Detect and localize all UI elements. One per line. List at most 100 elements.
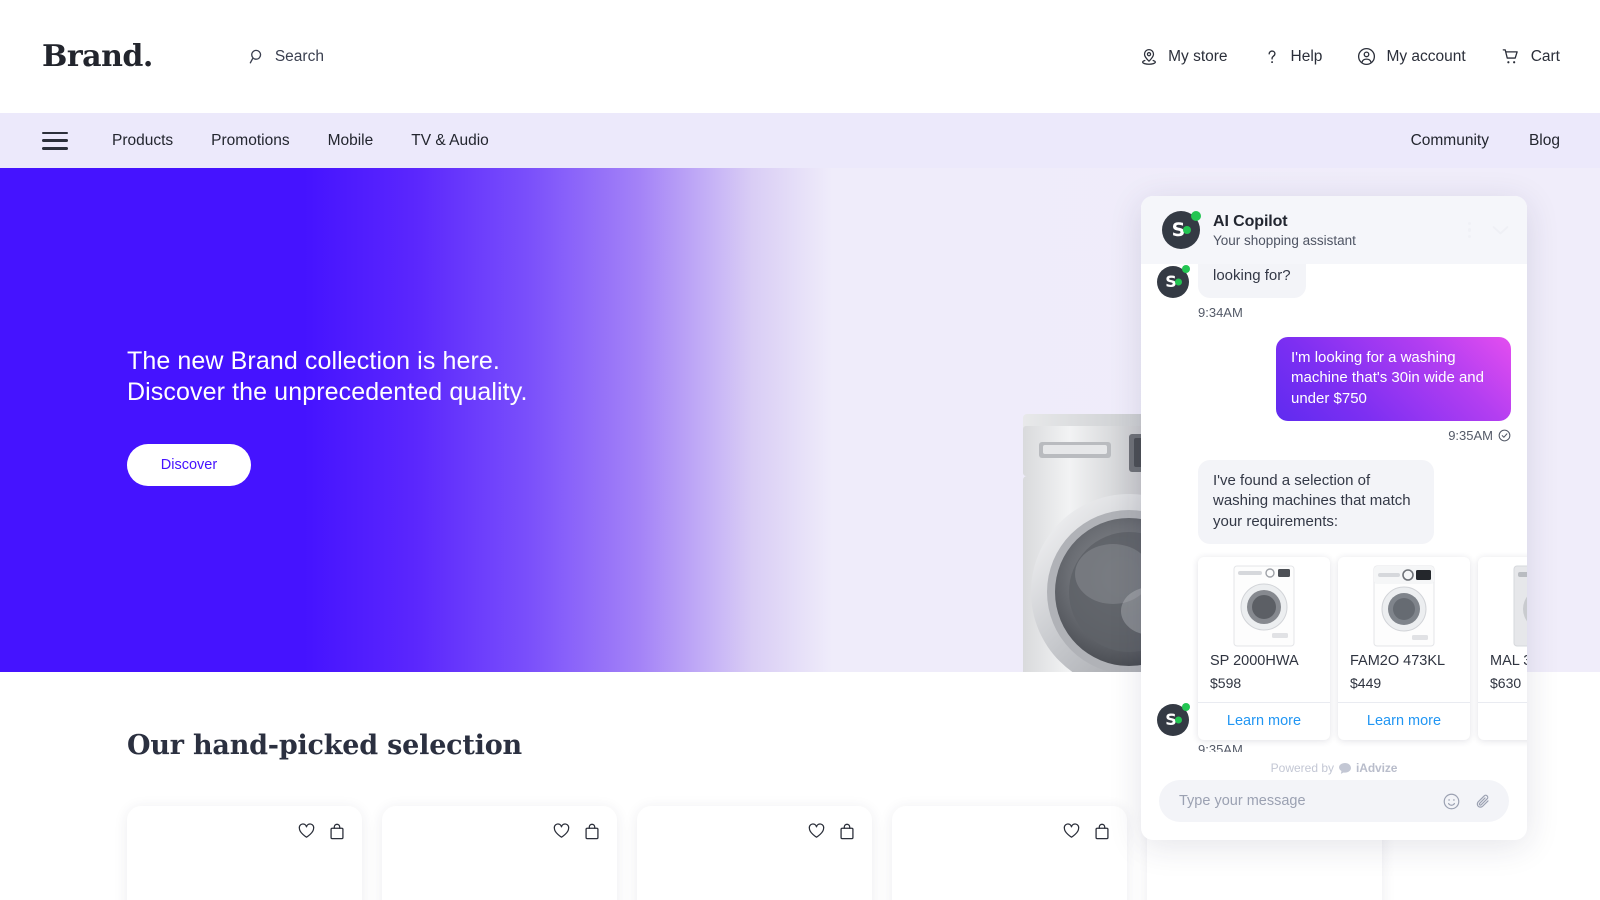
chat-title: AI Copilot	[1213, 212, 1288, 230]
avatar-inner-dot	[1183, 226, 1191, 234]
online-status-dot	[1182, 264, 1190, 273]
hero-headline-line1: The new Brand collection is here.	[127, 347, 500, 375]
nav-item-blog[interactable]: Blog	[1529, 132, 1560, 150]
product-card-actions	[298, 823, 345, 840]
header-link-label: Cart	[1530, 47, 1560, 65]
shopping-bag-icon[interactable]	[1094, 823, 1110, 840]
product-card-actions	[553, 823, 600, 840]
chat-message-bot-2: I've found a selection of washing machin…	[1157, 459, 1527, 752]
product-card[interactable]	[382, 806, 617, 900]
product-card[interactable]	[892, 806, 1127, 900]
product-price: $598	[1210, 674, 1242, 691]
chat-timestamp: 9:35AM	[1448, 427, 1493, 443]
user-circle-icon	[1356, 46, 1377, 67]
nav-item-tv-audio[interactable]: TV & Audio	[411, 132, 489, 150]
chevron-down-icon[interactable]	[1492, 225, 1509, 236]
nav-item-products[interactable]: Products	[112, 132, 173, 150]
chat-message-list[interactable]: S looking for? 9:34AM I'm looking for a …	[1141, 264, 1527, 752]
chat-bubble-text: I'm looking for a washing machine that's…	[1276, 336, 1511, 421]
kebab-menu-icon[interactable]	[1465, 218, 1475, 243]
heart-icon[interactable]	[808, 823, 825, 840]
nav-item-mobile[interactable]: Mobile	[328, 132, 374, 150]
nav-secondary-links: Community Blog	[1411, 132, 1560, 150]
smiley-icon[interactable]	[1442, 792, 1461, 811]
powered-by-prefix: Powered by	[1270, 761, 1335, 775]
chat-bubble-text: looking for?	[1198, 264, 1306, 298]
product-thumbnail	[1478, 557, 1527, 649]
shopping-bag-icon[interactable]	[584, 823, 600, 840]
product-card-actions	[1063, 823, 1110, 840]
powered-by-brand: iAdvize	[1356, 761, 1398, 775]
hamburger-menu-icon[interactable]	[42, 131, 68, 150]
ai-copilot-chat-widget: S AI Copilot Your shopping assistant S l…	[1141, 196, 1527, 840]
location-pin-icon	[1139, 47, 1159, 67]
search-icon	[249, 48, 266, 65]
avatar-inner-dot	[1175, 278, 1182, 286]
product-price: $630	[1490, 674, 1522, 691]
nav-item-community[interactable]: Community	[1411, 132, 1489, 150]
learn-more-button[interactable]: Lea	[1478, 701, 1527, 740]
chat-message-bot-1: S looking for? 9:34AM	[1157, 264, 1511, 320]
product-card-actions	[808, 823, 855, 840]
heart-icon[interactable]	[298, 823, 315, 840]
avatar: S	[1157, 702, 1190, 736]
online-status-dot	[1182, 702, 1190, 711]
header-link-label: My store	[1168, 47, 1228, 65]
avatar-inner-dot	[1175, 716, 1182, 724]
header-link-label: My account	[1386, 47, 1466, 65]
shopping-cart-icon	[1500, 46, 1522, 67]
chat-timestamp: 9:35AM	[1198, 741, 1243, 752]
chat-input-area	[1141, 780, 1527, 840]
online-status-dot	[1191, 211, 1201, 221]
search-placeholder: Search	[274, 47, 324, 65]
product-card[interactable]	[637, 806, 872, 900]
check-circle-icon	[1498, 429, 1511, 442]
chat-input-icons	[1442, 792, 1493, 811]
product-carousel[interactable]: SP 2000HWA $598 Learn more FAM2O 473KL $…	[1198, 556, 1527, 740]
heart-icon[interactable]	[553, 823, 570, 840]
chat-message-input[interactable]	[1179, 793, 1442, 809]
chat-message-user-1: I'm looking for a washing machine that's…	[1157, 336, 1511, 443]
search-input[interactable]: Search	[249, 48, 324, 66]
paperclip-icon[interactable]	[1474, 792, 1493, 811]
product-name: MAL 3	[1490, 652, 1527, 669]
avatar: S	[1162, 211, 1201, 249]
discover-button[interactable]: Discover	[127, 443, 251, 486]
chat-header: S AI Copilot Your shopping assistant	[1141, 196, 1527, 264]
header-link-cart[interactable]: Cart	[1500, 46, 1560, 67]
product-name: FAM2O 473KL	[1350, 652, 1446, 669]
nav-item-promotions[interactable]: Promotions	[211, 132, 289, 150]
product-thumbnail	[1198, 557, 1330, 649]
shopping-bag-icon[interactable]	[839, 823, 855, 840]
hero-headline-line2: Discover the unprecedented quality.	[127, 377, 528, 406]
hero-copy: The new Brand collection is here. Discov…	[127, 346, 528, 486]
product-name: SP 2000HWA	[1210, 652, 1299, 669]
brand-logo[interactable]: Brand.	[42, 39, 153, 74]
carousel-product-card[interactable]: MAL 3 $630 Lea	[1478, 556, 1527, 740]
header-links: My store Help My account Cart	[1139, 46, 1560, 67]
header-link-help[interactable]: Help	[1262, 47, 1323, 67]
chat-timestamp-row: 9:35AM	[1157, 428, 1511, 443]
shopping-bag-icon[interactable]	[329, 823, 345, 840]
chat-title-block: AI Copilot Your shopping assistant	[1213, 213, 1356, 248]
learn-more-button[interactable]: Learn more	[1198, 701, 1330, 740]
learn-more-button[interactable]: Learn more	[1338, 701, 1470, 740]
chat-timestamp: 9:34AM	[1198, 304, 1243, 320]
product-price: $449	[1350, 674, 1382, 691]
product-card[interactable]	[127, 806, 362, 900]
carousel-product-card[interactable]: SP 2000HWA $598 Learn more	[1198, 556, 1330, 740]
avatar: S	[1157, 264, 1190, 298]
header-link-my-account[interactable]: My account	[1356, 46, 1466, 67]
nav-primary-links: Products Promotions Mobile TV & Audio	[112, 132, 489, 150]
product-thumbnail	[1338, 557, 1470, 649]
main-navigation: Products Promotions Mobile TV & Audio Co…	[0, 113, 1600, 168]
speech-bubble-icon	[1339, 762, 1351, 774]
powered-by-label: Powered by iAdvize	[1141, 752, 1527, 780]
chat-input-container[interactable]	[1159, 780, 1509, 822]
heart-icon[interactable]	[1063, 823, 1080, 840]
header-link-label: Help	[1290, 47, 1323, 65]
chat-subtitle: Your shopping assistant	[1213, 232, 1356, 248]
question-mark-icon	[1262, 47, 1282, 67]
header-link-my-store[interactable]: My store	[1139, 47, 1228, 67]
carousel-product-card[interactable]: FAM2O 473KL $449 Learn more	[1338, 556, 1470, 740]
